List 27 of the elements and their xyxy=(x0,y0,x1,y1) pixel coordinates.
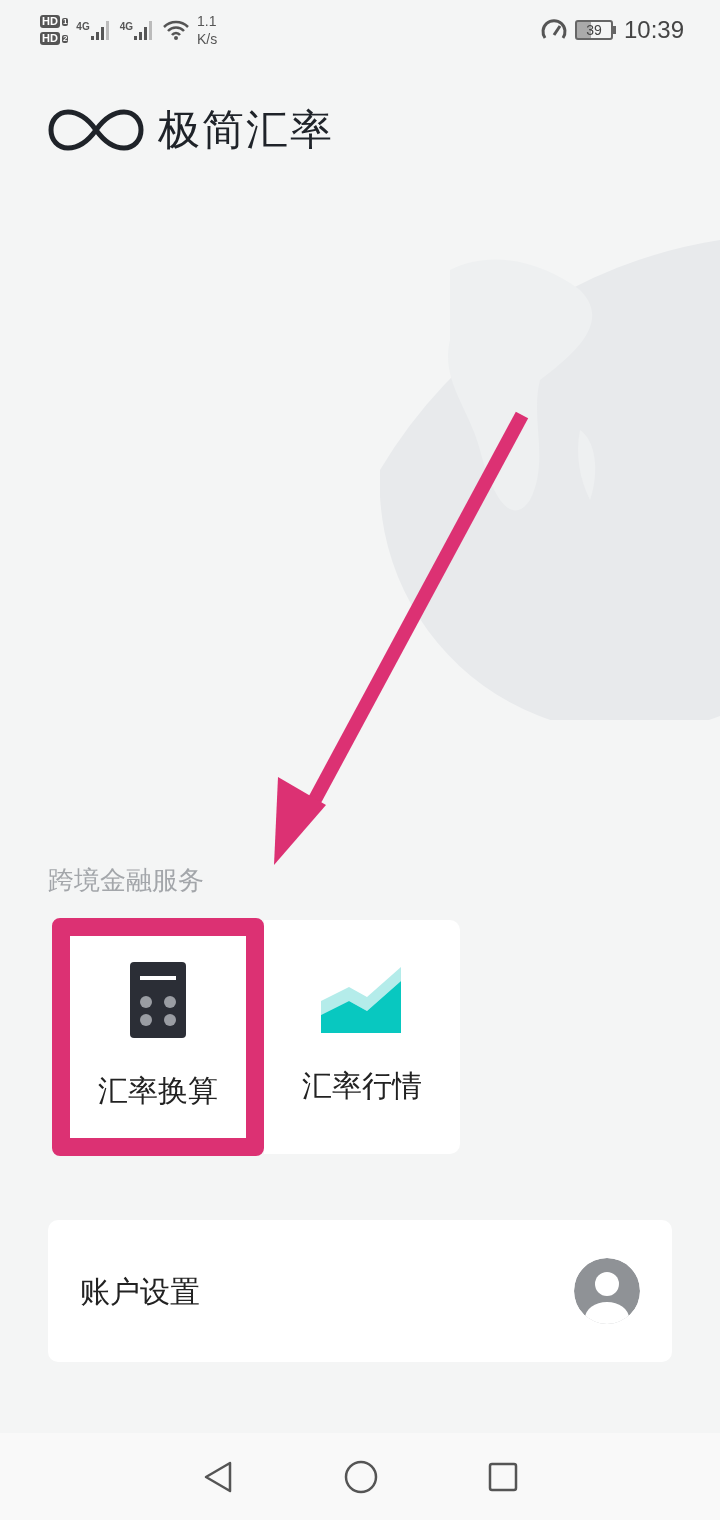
network-type: 4G xyxy=(119,20,134,34)
back-button[interactable] xyxy=(202,1459,234,1494)
wifi-icon xyxy=(163,19,190,41)
recent-apps-button[interactable] xyxy=(488,1461,518,1492)
sim-slot-badge: 2 xyxy=(61,34,69,43)
hd-badge: HD xyxy=(40,32,60,45)
hd-badge: HD xyxy=(40,15,60,28)
area-chart-icon xyxy=(321,966,403,1033)
clock: 10:39 xyxy=(623,15,684,45)
speed-unit: K/s xyxy=(197,30,218,48)
app-title: 极简汇率 xyxy=(158,105,334,155)
home-button[interactable] xyxy=(344,1459,378,1494)
calculator-icon xyxy=(130,961,186,1038)
tile-label: 汇率行情 xyxy=(302,1067,422,1104)
section-title: 跨境金融服务 xyxy=(48,865,204,895)
avatar-icon xyxy=(574,1258,640,1324)
service-tile[interactable]: 汇率换算 xyxy=(52,918,264,1156)
battery-indicator: 39 xyxy=(574,20,616,40)
account-settings-card[interactable]: 账户设置 xyxy=(48,1220,672,1362)
service-tile[interactable]: 汇率行情 xyxy=(264,920,460,1154)
tile-label: 汇率换算 xyxy=(98,1072,218,1109)
account-settings-label: 账户设置 xyxy=(80,1273,200,1310)
network-speed: 1.1 xyxy=(197,12,218,30)
signal-icon xyxy=(89,19,112,41)
network-type: 4G xyxy=(76,20,90,34)
sim-slot-badge: 1 xyxy=(61,17,69,26)
infinity-logo-icon xyxy=(48,107,144,152)
